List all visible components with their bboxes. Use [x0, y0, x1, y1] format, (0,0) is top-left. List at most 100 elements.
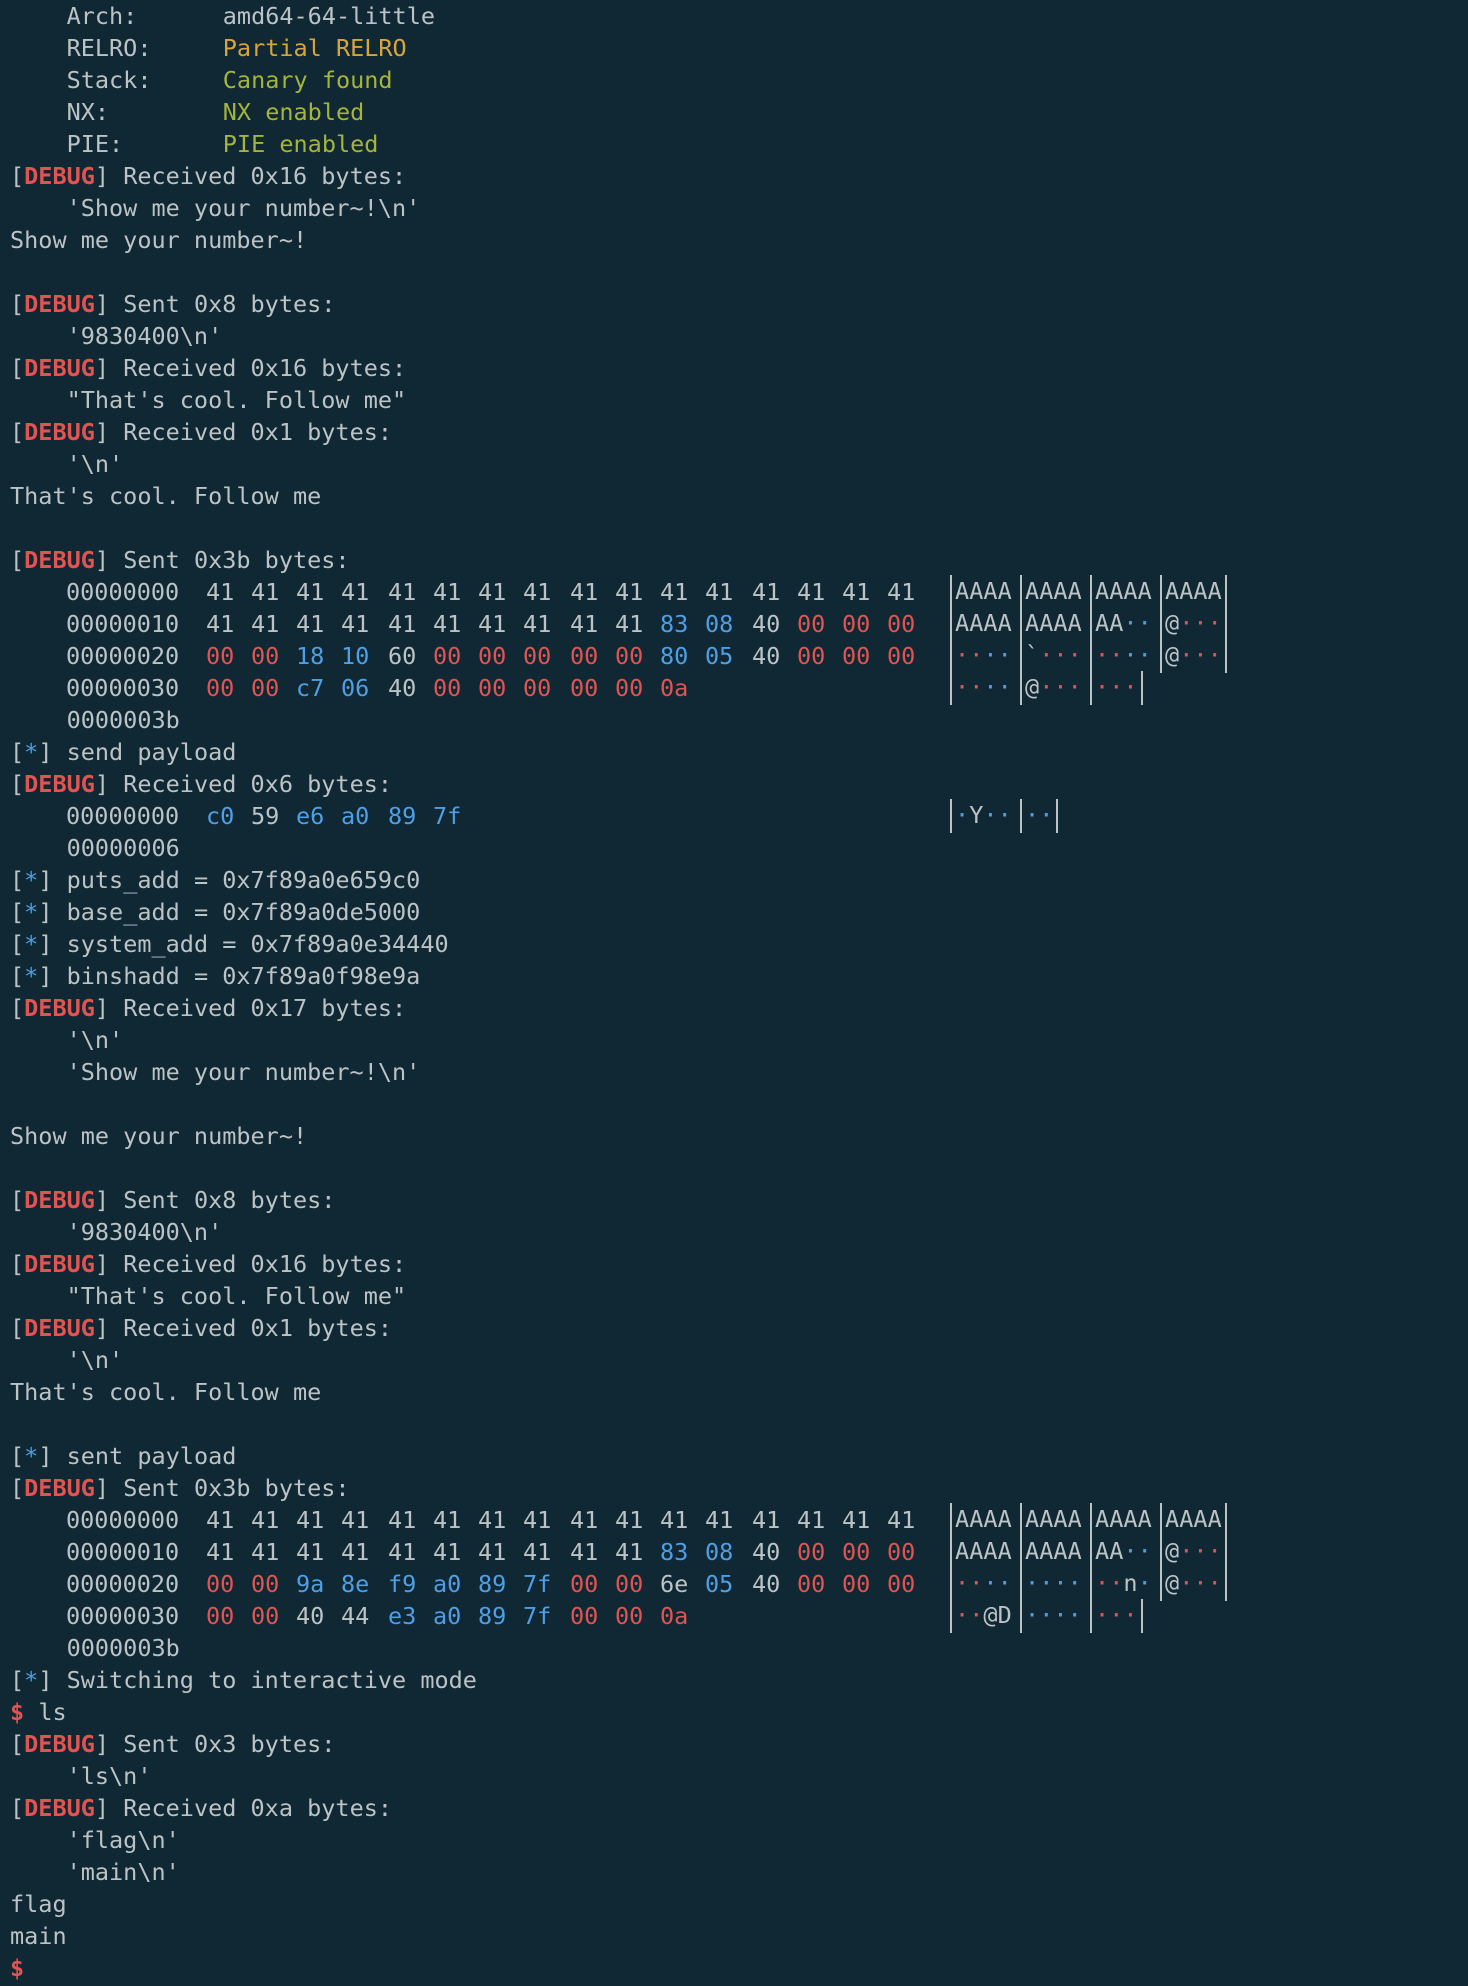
hexdump-offset: 00000010 [66, 1538, 180, 1566]
hex-byte: 6e [660, 1570, 689, 1598]
ascii-char: A [969, 1505, 984, 1533]
ascii-group: @··· [1160, 607, 1227, 641]
hex-byte: 41 [296, 610, 325, 638]
hex-byte: 00 [887, 1570, 916, 1598]
output-text: 'main\n' [66, 1858, 180, 1886]
hex-byte: 05 [705, 642, 734, 670]
ascii-char: A [955, 577, 970, 605]
hex-byte: 0a [660, 674, 689, 702]
hex-byte: 41 [251, 1506, 280, 1534]
hex-byte: 41 [206, 578, 235, 606]
hex-byte: 41 [341, 610, 370, 638]
output-text: 0000003b [66, 1634, 180, 1662]
hexdump-offset: 00000030 [66, 1602, 180, 1630]
hex-byte: 89 [388, 802, 417, 830]
debug-message: Received 0x1 bytes: [123, 418, 393, 446]
ascii-char: · [1123, 609, 1138, 637]
ascii-group: ···· [1090, 639, 1155, 673]
ascii-char: A [1193, 577, 1208, 605]
ascii-char: · [969, 641, 984, 669]
ascii-char: A [1095, 1537, 1110, 1565]
ascii-char: · [1053, 1601, 1068, 1629]
info-message: puts_add = 0x7f89a0e659c0 [66, 866, 421, 894]
output-text: 'ls\n' [66, 1762, 152, 1790]
ascii-char: A [983, 1505, 998, 1533]
hexdump-offset: 00000020 [66, 642, 180, 670]
hex-byte: 41 [797, 578, 826, 606]
hex-byte: 08 [705, 1538, 734, 1566]
debug-message: Received 0x16 bytes: [123, 162, 407, 190]
ascii-char: · [1025, 1601, 1040, 1629]
hex-byte: 00 [523, 642, 552, 670]
ascii-char: · [983, 1569, 998, 1597]
hexdump-row: 00000010 41 41 41 41 41 41 41 41 41 41 83 08 40 00 00 00… [10, 607, 1468, 641]
hex-byte: 41 [660, 578, 689, 606]
hex-byte: 00 [251, 642, 280, 670]
hex-byte: 59 [251, 802, 280, 830]
hex-byte: 00 [797, 1538, 826, 1566]
hex-byte: 00 [251, 674, 280, 702]
ascii-group: AAAA [1020, 575, 1085, 609]
ascii-char: A [1207, 1505, 1222, 1533]
hex-byte: 41 [341, 1506, 370, 1534]
hex-byte: 41 [615, 610, 644, 638]
ascii-group: AAAA [950, 575, 1015, 609]
ascii-char: · [997, 801, 1012, 829]
ascii-char: @ [1165, 641, 1180, 669]
hexdump-offset: 00000000 [66, 802, 180, 830]
shell-command: ls [38, 1698, 67, 1726]
info-tag: * [24, 866, 39, 894]
hex-byte: 41 [478, 1538, 507, 1566]
hex-byte: 41 [388, 1506, 417, 1534]
ascii-char: · [983, 641, 998, 669]
ascii-char: @ [983, 1601, 998, 1629]
shell-prompt-line: $ ls [10, 1696, 1468, 1728]
hex-byte: 00 [887, 642, 916, 670]
ascii-group: AAAA [1090, 575, 1155, 609]
hex-byte: 41 [570, 578, 599, 606]
hex-byte: 00 [797, 1570, 826, 1598]
hex-byte: 41 [296, 1538, 325, 1566]
debug-tag: DEBUG [24, 546, 95, 574]
hex-byte: 40 [296, 1602, 325, 1630]
hex-byte: 41 [523, 1538, 552, 1566]
hex-byte: 41 [570, 1538, 599, 1566]
ascii-group: ·· [1020, 799, 1059, 833]
ascii-group: @··· [1020, 671, 1085, 705]
ascii-char: A [1095, 609, 1110, 637]
hex-byte: 00 [478, 674, 507, 702]
ascii-group: `··· [1020, 639, 1085, 673]
hex-byte: 41 [615, 1538, 644, 1566]
debug-line: [DEBUG] Received 0x16 bytes: [10, 1250, 407, 1278]
debug-message: Received 0x1 bytes: [123, 1314, 393, 1342]
output-line: 'ls\n' [10, 1760, 1468, 1792]
ascii-char: · [1137, 609, 1152, 637]
debug-tag: DEBUG [24, 418, 95, 446]
hex-byte: 41 [615, 578, 644, 606]
output-text: 00000006 [66, 834, 180, 862]
ascii-group: AAAA [1160, 1503, 1227, 1537]
hex-byte: 41 [388, 578, 417, 606]
ascii-char: · [1137, 641, 1152, 669]
hex-byte: 41 [752, 578, 781, 606]
output-line: Show me your number~! [10, 1120, 1468, 1152]
ascii-char: A [1067, 1505, 1082, 1533]
debug-tag: DEBUG [24, 1314, 95, 1342]
ascii-char: A [1095, 577, 1110, 605]
ascii-char: · [1095, 673, 1110, 701]
hex-byte: 40 [388, 674, 417, 702]
hex-byte: 10 [341, 642, 370, 670]
ascii-char: · [1067, 1601, 1082, 1629]
hex-byte: 89 [478, 1602, 507, 1630]
output-text: '\n' [66, 1026, 124, 1054]
ascii-char: A [997, 577, 1012, 605]
ascii-char: · [1095, 1569, 1110, 1597]
ascii-char: A [1053, 1537, 1068, 1565]
hex-byte: 00 [797, 610, 826, 638]
ascii-group: AA·· [1090, 1535, 1155, 1569]
hex-byte: 41 [433, 1538, 462, 1566]
debug-message: Sent 0x3b bytes: [123, 1474, 350, 1502]
ascii-char: A [1109, 577, 1124, 605]
hex-byte: 40 [752, 610, 781, 638]
